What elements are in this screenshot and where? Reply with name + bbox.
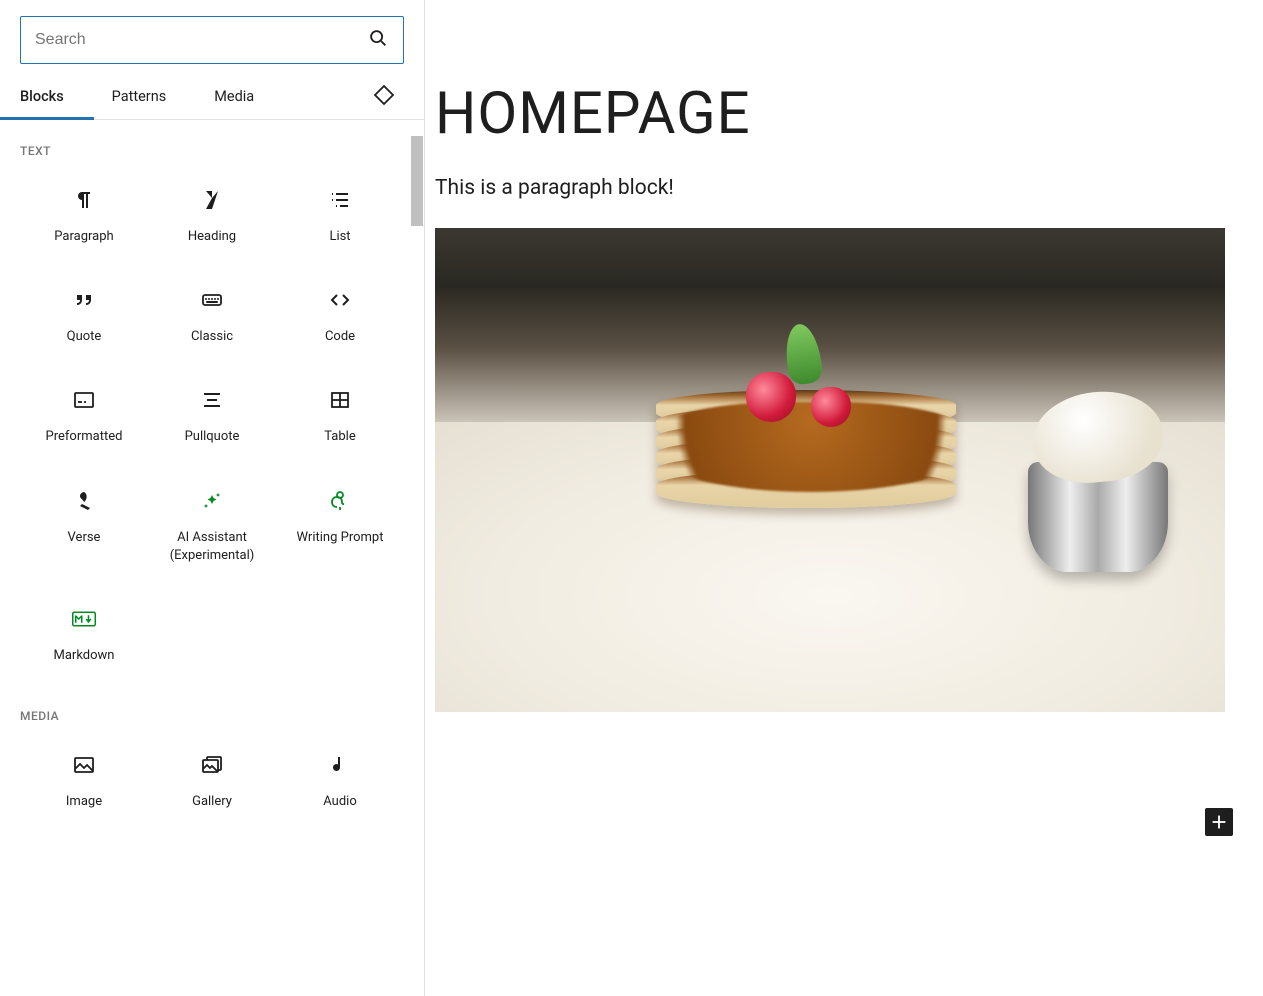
block-writing-prompt[interactable]: Writing Prompt (276, 467, 404, 585)
ai-assistant-icon (200, 487, 224, 515)
section-title-text: TEXT (20, 144, 404, 158)
block-ai-assistant[interactable]: AI Assistant (Experimental) (148, 467, 276, 585)
pullquote-icon (200, 386, 224, 414)
block-classic[interactable]: Classic (148, 266, 276, 366)
block-label: AI Assistant (Experimental) (152, 529, 272, 565)
block-heading[interactable]: Heading (148, 166, 276, 266)
gallery-icon (200, 751, 224, 779)
block-markdown[interactable]: Markdown (20, 585, 148, 685)
block-label: Classic (191, 328, 233, 346)
search-container (0, 0, 424, 74)
block-quote[interactable]: Quote (20, 266, 148, 366)
tab-label: Blocks (20, 88, 64, 105)
block-paragraph[interactable]: Paragraph (20, 166, 148, 266)
block-label: Table (324, 428, 355, 446)
block-inserter-panel: Blocks Patterns Media TEXT Paragraph Hea… (0, 0, 425, 996)
block-label: Markdown (54, 647, 115, 665)
page-title[interactable]: HOMEPAGE (435, 80, 1263, 148)
block-label: Heading (188, 228, 236, 246)
block-audio[interactable]: Audio (276, 731, 404, 831)
markdown-icon (72, 605, 96, 633)
block-label: Image (66, 793, 102, 811)
block-grid-media: Image Gallery Audio (20, 731, 404, 831)
inserter-tabs: Blocks Patterns Media (0, 74, 424, 120)
scrollbar-thumb[interactable] (411, 136, 423, 226)
block-label: Code (325, 328, 355, 346)
block-table[interactable]: Table (276, 366, 404, 466)
block-grid-text: Paragraph Heading List Quote Classic Cod (20, 166, 404, 685)
table-icon (328, 386, 352, 414)
tab-patterns[interactable]: Patterns (112, 74, 167, 119)
verse-icon (72, 487, 96, 515)
search-box[interactable] (20, 16, 404, 64)
block-label: Gallery (192, 793, 232, 811)
classic-icon (200, 286, 224, 314)
block-label: List (329, 228, 350, 246)
blocks-scroll-area[interactable]: TEXT Paragraph Heading List Quote Classi… (0, 120, 424, 996)
paragraph-block[interactable]: This is a paragraph block! (435, 176, 1263, 200)
block-label: Audio (323, 793, 356, 811)
block-label: Quote (67, 328, 102, 346)
heading-icon (200, 186, 224, 214)
image-icon (72, 751, 96, 779)
section-title-media: MEDIA (20, 709, 404, 723)
block-preformatted[interactable]: Preformatted (20, 366, 148, 466)
list-icon (328, 186, 352, 214)
block-label: Verse (68, 529, 101, 547)
editor-canvas[interactable]: HOMEPAGE This is a paragraph block! (425, 0, 1263, 996)
writing-prompt-icon (328, 487, 352, 515)
image-block[interactable] (435, 228, 1225, 712)
block-list[interactable]: List (276, 166, 404, 266)
search-input[interactable] (35, 31, 367, 49)
search-icon (367, 27, 389, 53)
tab-label: Media (214, 88, 254, 105)
add-block-button[interactable] (1205, 808, 1233, 836)
quote-icon (72, 286, 96, 314)
block-label: Pullquote (185, 428, 240, 446)
audio-icon (328, 751, 352, 779)
block-label: Writing Prompt (297, 529, 384, 547)
tab-media[interactable]: Media (214, 74, 254, 119)
block-code[interactable]: Code (276, 266, 404, 366)
block-verse[interactable]: Verse (20, 467, 148, 585)
preformatted-icon (72, 386, 96, 414)
block-label: Paragraph (54, 228, 113, 246)
block-label: Preformatted (46, 428, 123, 446)
paragraph-icon (72, 186, 96, 214)
code-icon (328, 286, 352, 314)
block-image[interactable]: Image (20, 731, 148, 831)
tab-label: Patterns (112, 88, 167, 105)
block-pullquote[interactable]: Pullquote (148, 366, 276, 466)
explore-patterns-icon[interactable] (364, 75, 404, 119)
tab-blocks[interactable]: Blocks (20, 74, 64, 119)
block-gallery[interactable]: Gallery (148, 731, 276, 831)
